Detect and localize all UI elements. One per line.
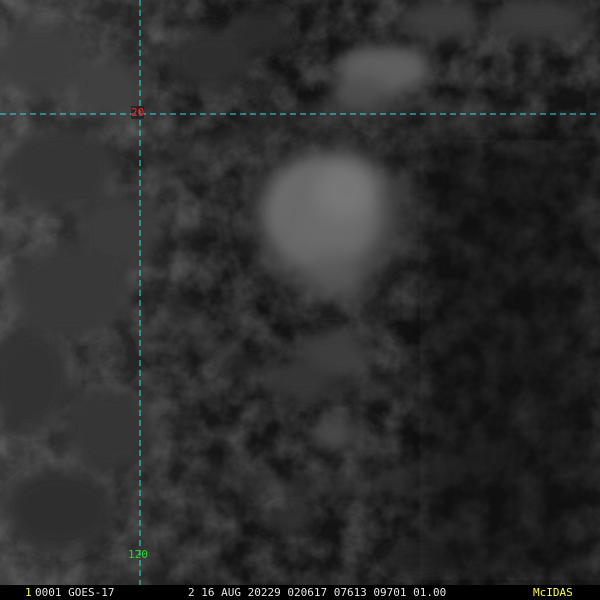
longitude-label: 120 (128, 548, 148, 561)
latitude-label: 20 (131, 106, 145, 119)
cloud-imagery (0, 0, 600, 600)
frame-number: 1 (25, 586, 32, 599)
mcidas-logo-text: McIDAS (533, 586, 573, 599)
satellite-label: 0001 GOES-17 (35, 586, 115, 599)
date-time-label: 2 16 AUG 20229 020617 07613 09701 01.00 (188, 586, 447, 599)
status-bar: 1 0001 GOES-17 2 16 AUG 20229 020617 076… (0, 585, 600, 600)
satellite-image-viewport: 20 120 1 0001 GOES-17 2 16 AUG 20229 020… (0, 0, 600, 600)
